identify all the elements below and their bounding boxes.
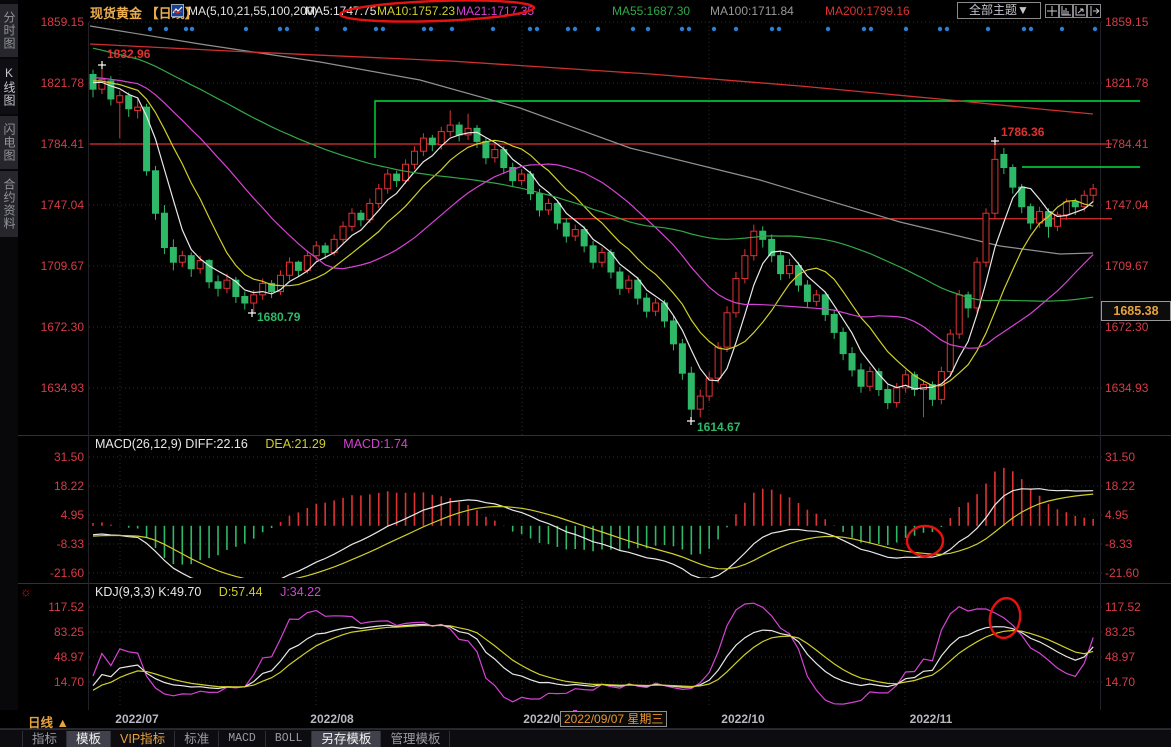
svg-text:1784.41: 1784.41 [1105,137,1149,151]
svg-text:4.95: 4.95 [61,508,85,522]
svg-text:-8.33: -8.33 [57,537,85,551]
svg-text:-8.33: -8.33 [1105,537,1133,551]
kdj-j-label: J:34.22 [280,585,321,599]
macd-bar-label: MACD:1.74 [343,437,408,451]
kdj-header: KDJ(9,3,3) K:49.70 D:57.44 J:34.22 [95,585,335,599]
macd-header: MACD(26,12,9) DIFF:22.16 DEA:21.29 MACD:… [95,437,422,451]
ma21-value: MA21:1717.35 [456,4,534,18]
svg-text:4.95: 4.95 [1105,508,1129,522]
svg-text:1832.96: 1832.96 [107,47,151,61]
ma100-value: MA100:1711.84 [710,4,794,18]
svg-text:1634.93: 1634.93 [41,381,85,395]
sidebar-tab-contract-info[interactable]: 合约资料 [0,171,18,237]
top-bar: 现货黄金 【日线】 MA(5,10,21,55,100,200) MA5:174… [0,0,1171,22]
kdj-k-label: KDJ(9,3,3) K:49.70 [95,585,201,599]
svg-text:48.97: 48.97 [54,650,84,664]
toolbar-item-vip-indicators[interactable]: VIP指标 [111,731,175,747]
svg-text:31.50: 31.50 [54,450,84,464]
svg-text:1709.67: 1709.67 [1105,259,1149,273]
date-axis-row: 日线 ▲ 2022/072022/082022/092022/102022/11… [0,710,1171,729]
y-axis-scale-icon[interactable] [1059,4,1073,18]
current-price-badge: 1685.38 [1101,301,1171,321]
date-label: 2022/07 [115,712,158,726]
svg-text:1680.79: 1680.79 [257,310,301,324]
sidebar-tab-kline[interactable]: K线图 [0,59,18,114]
date-label: 2022/10 [721,712,764,726]
svg-text:117.52: 117.52 [1105,600,1141,614]
svg-text:14.70: 14.70 [54,675,84,689]
svg-text:1634.93: 1634.93 [1105,381,1149,395]
chart-icon [171,4,184,20]
svg-text:1614.67: 1614.67 [697,420,741,434]
svg-text:-21.60: -21.60 [1105,566,1139,580]
toolbar-item-indicators[interactable]: 指标 [22,731,67,747]
candlestick-chart[interactable]: 1832.961786.361680.791614.671859.151859.… [0,0,1171,747]
svg-text:31.50: 31.50 [1105,450,1135,464]
macd-diff-label: MACD(26,12,9) DIFF:22.16 [95,437,248,451]
indicator-settings-icon[interactable]: ☼ [20,584,32,599]
date-tooltip: 2022/09/07 星期三 [560,711,667,727]
svg-text:1821.78: 1821.78 [41,76,85,90]
svg-text:18.22: 18.22 [1105,479,1135,493]
toolbar-item-macd[interactable]: MACD [219,731,266,747]
theme-dropdown-button[interactable]: 全部主题▼ [957,2,1041,19]
toolbar-item-manage-template[interactable]: 管理模板 [381,731,450,747]
left-sidebar: 分时图 K线图 闪电图 合约资料 [0,0,18,710]
ma5-value: MA5:1747.75 [305,4,376,18]
toolbar-item-boll[interactable]: BOLL [266,731,313,747]
pan-right-icon[interactable] [1087,4,1101,18]
date-label: 2022/08 [310,712,353,726]
macd-dea-label: DEA:21.29 [265,437,325,451]
ma-params-label: MA(5,10,21,55,100,200) [188,4,317,18]
svg-text:1672.30: 1672.30 [41,320,85,334]
svg-text:1747.04: 1747.04 [41,198,85,212]
svg-text:1786.36: 1786.36 [1001,125,1045,139]
svg-text:1709.67: 1709.67 [41,259,85,273]
svg-text:1747.04: 1747.04 [1105,198,1149,212]
ma200-value: MA200:1799.16 [825,4,910,18]
svg-text:18.22: 18.22 [54,479,84,493]
svg-text:83.25: 83.25 [1105,625,1135,639]
pan-crosshair-icon[interactable] [1045,4,1059,18]
svg-text:1784.41: 1784.41 [41,137,85,151]
ma10-value: MA10:1757.23 [377,4,455,18]
x-axis-scale-icon[interactable] [1073,4,1087,18]
trading-app-window: 1832.961786.361680.791614.671859.151859.… [0,0,1171,747]
svg-text:48.97: 48.97 [1105,650,1135,664]
kdj-d-label: D:57.44 [219,585,263,599]
date-label: 2022/11 [910,712,953,726]
toolbar-item-save-template[interactable]: 另存模板 [312,731,381,747]
svg-text:-21.60: -21.60 [50,566,84,580]
svg-text:117.52: 117.52 [48,600,84,614]
svg-text:83.25: 83.25 [54,625,84,639]
svg-text:1672.30: 1672.30 [1105,320,1149,334]
sidebar-tab-flash[interactable]: 闪电图 [0,116,18,169]
bottom-toolbar: 指标 模板 VIP指标 标准 MACD BOLL 另存模板 管理模板 [0,729,1171,747]
ma55-value: MA55:1687.30 [612,4,690,18]
svg-text:14.70: 14.70 [1105,675,1135,689]
toolbar-item-templates[interactable]: 模板 [67,731,111,747]
toolbar-item-standard[interactable]: 标准 [175,731,219,747]
svg-text:1821.78: 1821.78 [1105,76,1149,90]
